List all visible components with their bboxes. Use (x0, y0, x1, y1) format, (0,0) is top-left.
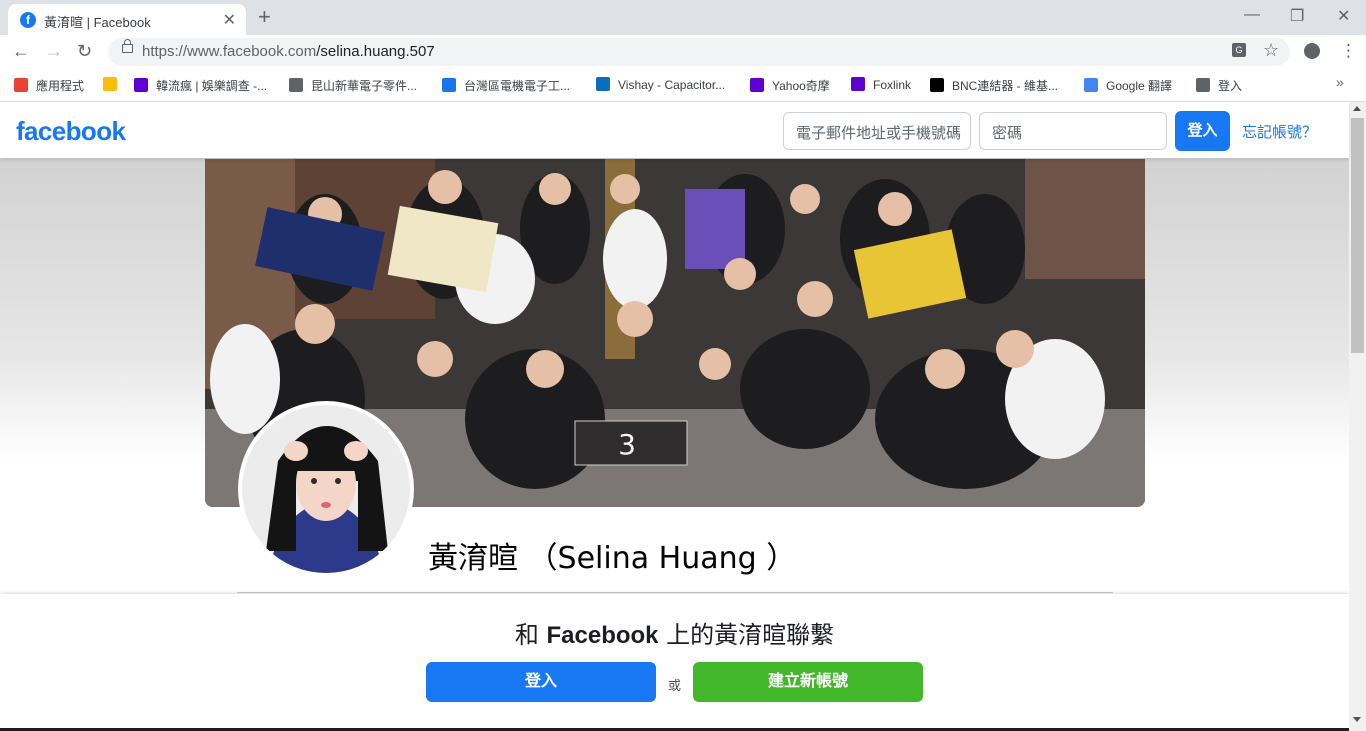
profile-avatar-illustration (242, 405, 410, 573)
page-icon (1196, 78, 1210, 92)
yahoo-icon (851, 77, 865, 91)
or-label: 或 (668, 678, 682, 693)
page-icon (289, 78, 303, 92)
browser-tab[interactable]: f 黃淯暄 | Facebook ✕ (8, 4, 246, 35)
bookmark-item[interactable] (103, 77, 125, 92)
bookmark-label: 台灣區電機電子工... (464, 79, 571, 93)
bookmark-label: Google 翻譯 (1106, 79, 1173, 93)
tab-close-icon[interactable]: ✕ (223, 10, 236, 30)
header-login-button[interactable]: 登入 (1175, 111, 1230, 151)
globe-icon (442, 78, 456, 92)
yahoo-icon (134, 78, 148, 92)
bookmark-label: Vishay - Capacitor... (618, 78, 726, 92)
password-field[interactable]: 密碼 (979, 112, 1167, 150)
back-icon[interactable]: ← (12, 41, 30, 62)
scroll-down-icon[interactable] (1353, 717, 1361, 722)
url-host: https://www.facebook.com (142, 43, 317, 60)
url-path: /selina.huang.507 (316, 43, 435, 60)
restore-icon[interactable]: ❐ (1290, 6, 1304, 26)
yellow-bookmark-icon (103, 77, 117, 91)
new-tab-button[interactable]: + (258, 4, 271, 30)
bookmark-item[interactable]: Vishay - Capacitor... (596, 77, 725, 92)
connect-heading: 和 Facebook 上的黃淯暄聯繫 (0, 615, 1349, 650)
bookmark-item[interactable]: 韓流瘋 | 娛樂調查 -... (134, 77, 267, 94)
url-text[interactable]: https://www.facebook.com/selina.huang.50… (142, 43, 435, 60)
email-field[interactable]: 電子郵件地址或手機號碼 (783, 112, 971, 150)
google-translate-icon (1084, 78, 1098, 92)
bookmark-label: BNC連結器 - 維基... (952, 79, 1059, 93)
scrollbar-thumb[interactable] (1351, 118, 1364, 353)
bookmark-item[interactable]: 登入 (1196, 77, 1242, 94)
login-button[interactable]: 登入 (426, 662, 656, 702)
connect-suffix: 上的黃淯暄聯繫 (658, 621, 835, 649)
bookmark-item[interactable]: 應用程式 (14, 77, 84, 94)
bookmark-label: 應用程式 (36, 79, 85, 93)
wikipedia-icon (930, 78, 944, 92)
window-close-icon[interactable]: ✕ (1337, 6, 1350, 26)
bookmark-item[interactable]: 昆山新華電子零件... (289, 77, 417, 94)
bookmark-item[interactable]: Foxlink (851, 77, 911, 92)
bookmarks-overflow-icon[interactable]: » (1336, 74, 1344, 90)
bookmark-label: Yahoo奇摩 (772, 79, 830, 93)
vishay-icon (596, 77, 610, 91)
profile-avatar-icon[interactable] (1304, 43, 1320, 59)
bookmark-label: 韓流瘋 | 娛樂調查 -... (156, 79, 268, 93)
bookmark-item[interactable]: BNC連結器 - 維基... (930, 77, 1058, 94)
more-menu-icon[interactable]: ⋮ (1340, 41, 1357, 61)
forgot-account-link[interactable]: 忘記帳號？ (1242, 121, 1317, 142)
profile-avatar[interactable] (238, 401, 414, 577)
lock-icon[interactable] (122, 39, 133, 53)
bookmark-star-icon[interactable]: ☆ (1263, 40, 1279, 61)
bookmark-item[interactable]: Yahoo奇摩 (750, 77, 830, 94)
forward-icon[interactable]: → (45, 41, 63, 62)
profile-divider (237, 592, 1113, 593)
scroll-up-icon[interactable] (1353, 106, 1361, 111)
cover-sign-number: 3 (618, 428, 636, 461)
create-account-button[interactable]: 建立新帳號 (693, 662, 923, 702)
bookmark-label: Foxlink (873, 78, 912, 92)
minimize-icon[interactable]: — (1244, 6, 1260, 24)
bookmark-label: 登入 (1218, 79, 1243, 93)
connect-prefix: 和 (514, 621, 547, 649)
tab-title: 黃淯暄 | Facebook (44, 15, 151, 30)
facebook-logo[interactable]: facebook (16, 116, 126, 147)
translate-icon[interactable]: G (1232, 43, 1246, 57)
profile-name: 黃淯暄 （Selina Huang ） (428, 541, 797, 576)
facebook-favicon-icon: f (20, 12, 36, 28)
bookmark-label: 昆山新華電子零件... (311, 79, 418, 93)
apps-grid-icon (14, 78, 28, 92)
bookmark-item[interactable]: 台灣區電機電子工... (442, 77, 570, 94)
yahoo-icon (750, 78, 764, 92)
bookmark-item[interactable]: Google 翻譯 (1084, 77, 1172, 94)
connect-brand: Facebook (546, 622, 659, 649)
reload-icon[interactable]: ↻ (77, 41, 92, 62)
